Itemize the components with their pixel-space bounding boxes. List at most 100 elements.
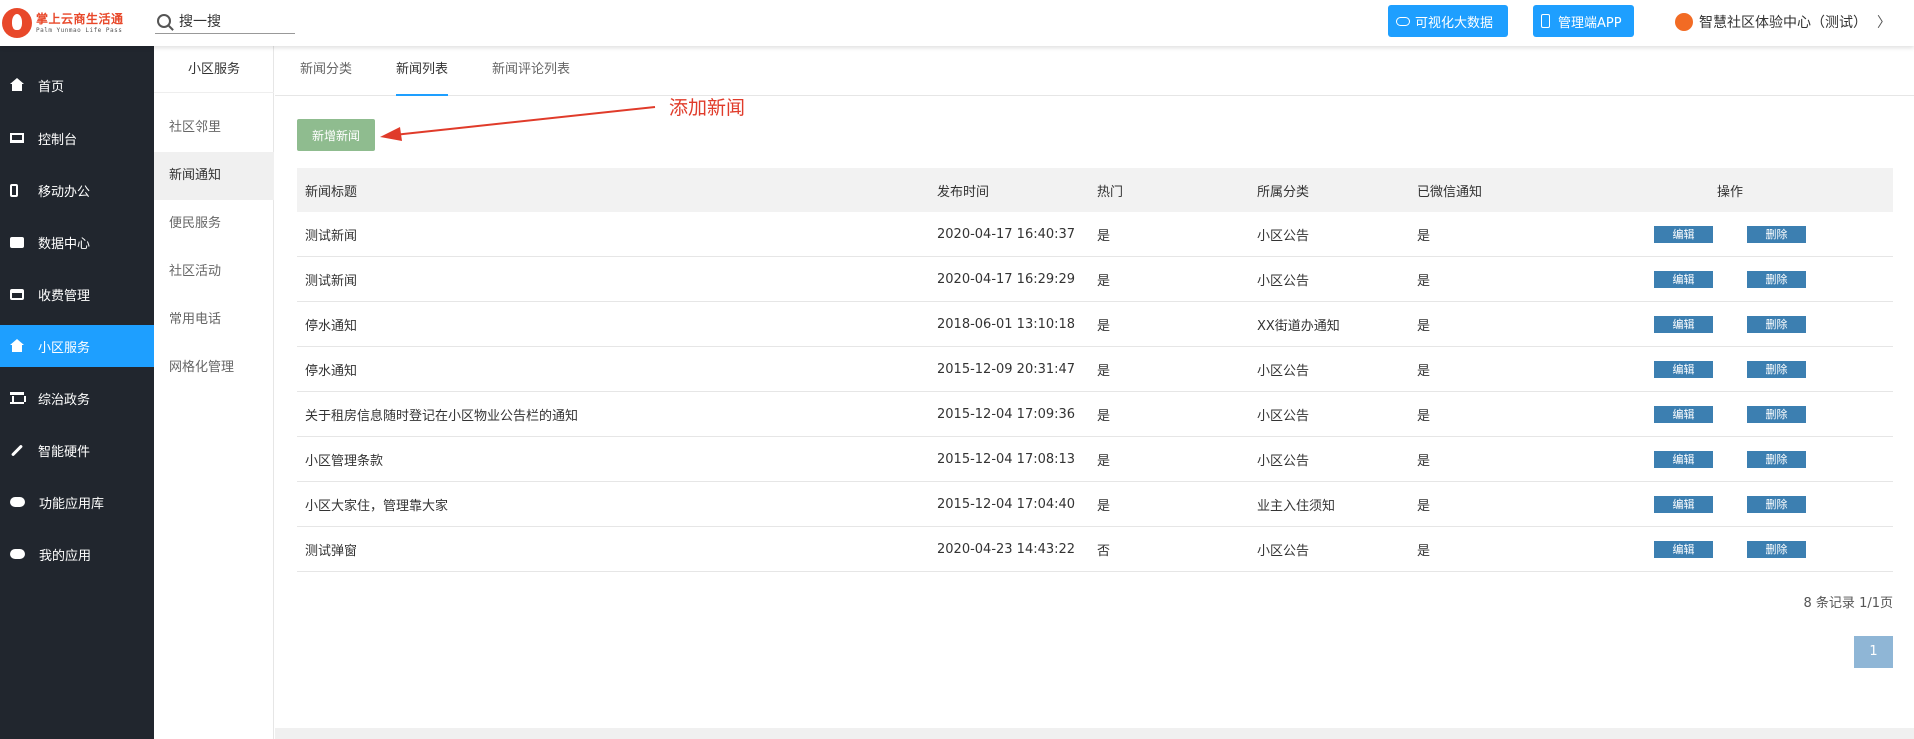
tab-bar: 新闻分类 新闻列表 新闻评论列表 (275, 46, 1914, 96)
submenu-item-phones[interactable]: 常用电话 (154, 296, 274, 344)
sidebar: 首页 控制台 移动办公 数据中心 收费管理 小区服务 综治政务 智能硬件 功能应… (0, 46, 154, 739)
edit-button[interactable]: 编辑 (1654, 360, 1713, 378)
avatar (1675, 13, 1693, 31)
submenu-item-grid-management[interactable]: 网格化管理 (154, 344, 274, 392)
sidebar-item-governance[interactable]: 综治政务 (0, 377, 154, 419)
cell-title: 测试新闻 (305, 273, 358, 289)
mobile-icon (1541, 14, 1550, 28)
table-row: 关于租房信息随时登记在小区物业公告栏的通知 2015-12-04 17:09:3… (297, 392, 1893, 437)
cell-category: 小区公告 (1257, 363, 1310, 379)
sidebar-item-label: 首页 (38, 79, 65, 95)
table-row: 停水通知 2018-06-01 13:10:18 是 XX街道办通知 是 编辑 … (297, 302, 1893, 347)
sidebar-item-community-service[interactable]: 小区服务 (0, 325, 154, 367)
search-box[interactable] (155, 8, 295, 34)
cell-time: 2015-12-09 20:31:47 (937, 361, 1076, 377)
cell-category: 业主入住须知 (1257, 498, 1336, 514)
cell-title: 关于租房信息随时登记在小区物业公告栏的通知 (305, 408, 579, 424)
cell-category: 小区公告 (1257, 543, 1310, 559)
delete-button[interactable]: 删除 (1747, 450, 1806, 468)
cell-category: XX街道办通知 (1257, 318, 1340, 334)
logo[interactable]: 掌上云商生活通 Palm Yunmao Life Pass (2, 5, 152, 41)
cell-wechat: 是 (1417, 408, 1431, 424)
delete-button[interactable]: 删除 (1747, 315, 1806, 333)
submenu-item-convenience[interactable]: 便民服务 (154, 200, 274, 248)
page-button-1[interactable]: 1 (1854, 636, 1893, 668)
delete-button[interactable]: 删除 (1747, 270, 1806, 288)
submenu-item-news[interactable]: 新闻通知 (154, 152, 274, 200)
col-header-category: 所属分类 (1257, 184, 1310, 200)
sidebar-item-label: 功能应用库 (39, 496, 105, 512)
delete-button[interactable]: 删除 (1747, 360, 1806, 378)
submenu-item-neighborhood[interactable]: 社区邻里 (154, 104, 274, 152)
tab-news-comments[interactable]: 新闻评论列表 (492, 46, 570, 96)
tab-news-category[interactable]: 新闻分类 (300, 46, 352, 96)
col-header-actions: 操作 (1716, 184, 1743, 200)
delete-button[interactable]: 删除 (1747, 540, 1806, 558)
sidebar-item-smart-hardware[interactable]: 智能硬件 (0, 429, 154, 471)
table-row: 测试新闻 2020-04-17 16:40:37 是 小区公告 是 编辑 删除 (297, 212, 1893, 257)
sidebar-item-label: 综治政务 (38, 392, 91, 408)
cell-wechat: 是 (1417, 318, 1431, 334)
bigdata-button-label: 可视化大数据 (1415, 15, 1494, 31)
delete-button[interactable]: 删除 (1747, 405, 1806, 423)
sidebar-item-app-library[interactable]: 功能应用库 (0, 481, 154, 523)
cell-wechat: 是 (1417, 228, 1431, 244)
edit-button[interactable]: 编辑 (1654, 315, 1713, 333)
add-news-button[interactable]: 新增新闻 (297, 119, 375, 151)
edit-button[interactable]: 编辑 (1654, 225, 1713, 243)
edit-button[interactable]: 编辑 (1654, 405, 1713, 423)
cell-time: 2015-12-04 17:09:36 (937, 406, 1076, 422)
cell-time: 2018-06-01 13:10:18 (937, 316, 1076, 332)
cloud-icon (1396, 16, 1410, 26)
top-header: 掌上云商生活通 Palm Yunmao Life Pass 可视化大数据 管理端… (0, 0, 1914, 46)
cloud-download-icon (10, 497, 25, 507)
mobile-icon (10, 183, 18, 197)
sidebar-item-data-center[interactable]: 数据中心 (0, 221, 154, 263)
cell-time: 2015-12-04 17:04:40 (937, 496, 1076, 512)
edit-button[interactable]: 编辑 (1654, 540, 1713, 558)
sidebar-item-console[interactable]: 控制台 (0, 117, 154, 159)
annotation-label: 添加新闻 (669, 97, 746, 119)
credit-card-icon (10, 288, 24, 300)
col-header-title: 新闻标题 (305, 184, 358, 200)
cell-category: 小区公告 (1257, 228, 1310, 244)
cell-wechat: 是 (1417, 453, 1431, 469)
sidebar-item-home[interactable]: 首页 (0, 64, 154, 106)
edit-button[interactable]: 编辑 (1654, 270, 1713, 288)
cell-wechat: 是 (1417, 498, 1431, 514)
table-row: 测试弹窗 2020-04-23 14:43:22 否 小区公告 是 编辑 删除 (297, 527, 1893, 572)
tab-news-list[interactable]: 新闻列表 (396, 46, 449, 96)
home-icon (10, 78, 24, 91)
delete-button[interactable]: 删除 (1747, 225, 1806, 243)
sidebar-item-mobile-office[interactable]: 移动办公 (0, 169, 154, 211)
sidebar-item-fee-management[interactable]: 收费管理 (0, 273, 154, 315)
submenu-title: 小区服务 (154, 46, 274, 93)
search-input[interactable] (179, 12, 279, 29)
sidebar-item-label: 智能硬件 (38, 444, 91, 460)
table-row: 小区大家住，管理靠大家 2015-12-04 17:04:40 是 业主入住须知… (297, 482, 1893, 527)
delete-button[interactable]: 删除 (1747, 495, 1806, 513)
edit-button[interactable]: 编辑 (1654, 450, 1713, 468)
sidebar-item-label: 数据中心 (38, 236, 91, 252)
bigdata-button[interactable]: 可视化大数据 (1388, 5, 1508, 37)
cell-time: 2020-04-17 16:29:29 (937, 271, 1076, 287)
horizontal-scrollbar[interactable] (275, 728, 1914, 739)
cell-hot: 是 (1097, 408, 1111, 424)
cell-title: 停水通知 (305, 318, 358, 334)
sidebar-item-my-apps[interactable]: 我的应用 (0, 533, 154, 575)
edit-button[interactable]: 编辑 (1654, 495, 1713, 513)
admin-app-button[interactable]: 管理端APP (1533, 5, 1634, 37)
col-header-time: 发布时间 (937, 184, 990, 200)
laptop-icon (10, 133, 24, 143)
user-menu[interactable]: 智慧社区体验中心（测试） 〉 (1675, 8, 1891, 36)
home-icon (10, 339, 24, 352)
cell-hot: 是 (1097, 498, 1111, 514)
cell-hot: 是 (1097, 273, 1111, 289)
col-header-wechat: 已微信通知 (1417, 184, 1483, 200)
sidebar-item-label: 移动办公 (38, 184, 91, 200)
cell-title: 测试新闻 (305, 228, 358, 244)
user-name: 智慧社区体验中心（测试） (1699, 15, 1867, 31)
sidebar-item-label: 我的应用 (39, 548, 92, 564)
submenu-item-activities[interactable]: 社区活动 (154, 248, 274, 296)
wrench-icon (10, 443, 24, 457)
